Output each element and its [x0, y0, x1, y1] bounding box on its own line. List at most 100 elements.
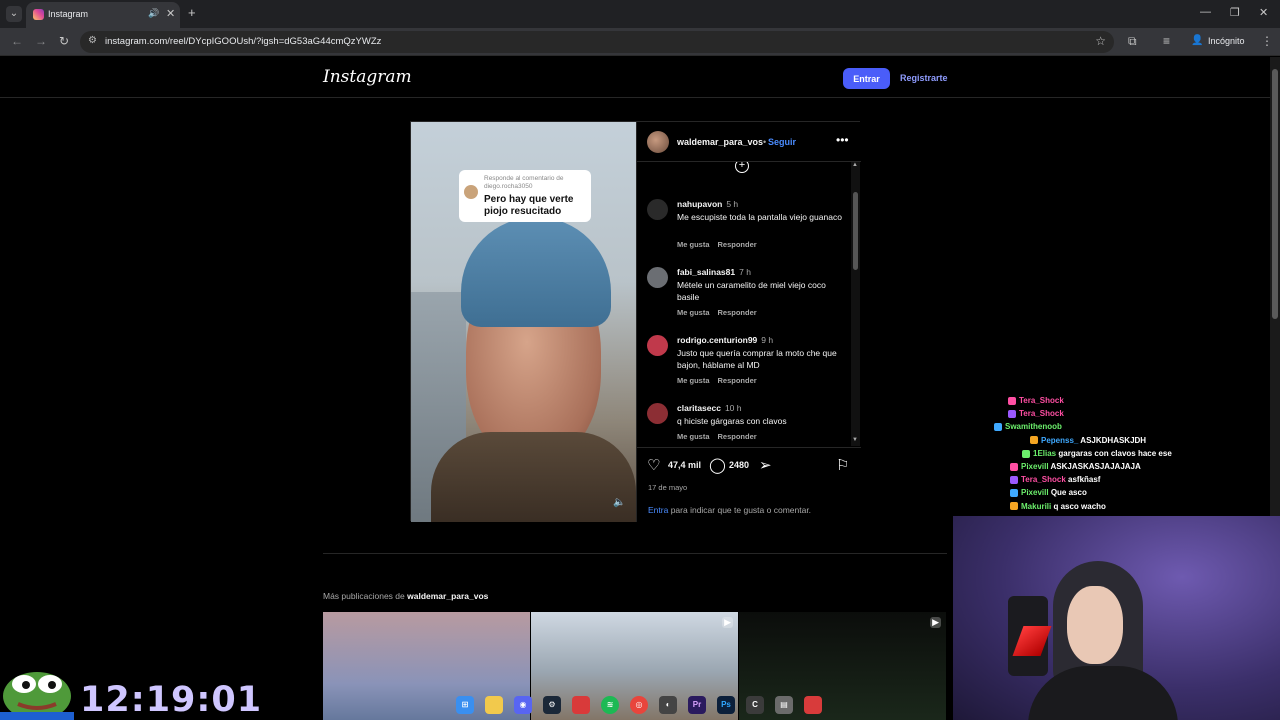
chat-username[interactable]: Pixevill: [1021, 488, 1049, 497]
more-posts-user[interactable]: waldemar_para_vos: [407, 591, 488, 601]
register-link[interactable]: Registrarte: [900, 73, 948, 83]
extensions-icon[interactable]: ⧉: [1128, 34, 1137, 49]
chat-badge-icon: [1008, 396, 1016, 405]
commenter-avatar[interactable]: [647, 403, 668, 424]
chat-message: Tera_Shock: [1008, 396, 1064, 409]
incognito-icon: 👤: [1191, 35, 1204, 46]
comment-reply-button[interactable]: Responder: [718, 376, 757, 385]
comment-username-text[interactable]: fabi_salinas81: [677, 267, 735, 277]
browser-tab[interactable]: Instagram 🔊 ✕: [26, 2, 180, 28]
url-field[interactable]: ⚙ instagram.com/reel/DYcpIGOOUsh/?igsh=d…: [80, 31, 1114, 53]
owner-avatar[interactable]: [647, 131, 669, 153]
photoshop-icon[interactable]: Ps: [717, 696, 735, 714]
load-more-comments-icon[interactable]: +: [735, 162, 749, 173]
file-explorer-icon[interactable]: [485, 696, 503, 714]
tab-search-icon[interactable]: ⌄: [6, 6, 22, 22]
app-icon[interactable]: [804, 696, 822, 714]
discord-icon[interactable]: ◉: [514, 696, 532, 714]
commenter-username[interactable]: nahupavon 5 h: [677, 199, 738, 209]
close-tab-icon[interactable]: ✕: [166, 7, 175, 20]
more-options-icon[interactable]: •••: [836, 133, 849, 147]
comment-username-text[interactable]: rodrigo.centurion99: [677, 335, 757, 345]
chat-username[interactable]: Pepenss_: [1041, 436, 1078, 445]
obs-icon[interactable]: ◐: [659, 696, 677, 714]
comment-reply-button[interactable]: Responder: [718, 432, 757, 441]
comments-scrollbar[interactable]: ▲ ▼: [851, 162, 860, 446]
likes-count[interactable]: 47,4 mil: [668, 460, 701, 470]
comment-like-button[interactable]: Me gusta: [677, 308, 710, 317]
separator-dot: •: [763, 137, 767, 147]
login-link[interactable]: Entra: [648, 505, 668, 515]
comment-like-button[interactable]: Me gusta: [677, 376, 710, 385]
comment-like-button[interactable]: Me gusta: [677, 240, 710, 249]
chat-username[interactable]: Makurili: [1021, 502, 1051, 511]
commenter-username[interactable]: claritasecc 10 h: [677, 403, 742, 413]
page-scroll-thumb[interactable]: [1272, 69, 1278, 319]
commenter-username[interactable]: rodrigo.centurion99 9 h: [677, 335, 773, 345]
scroll-up-icon[interactable]: ▲: [852, 162, 858, 168]
chat-username[interactable]: 1Elias: [1033, 449, 1056, 458]
chat-username[interactable]: Swamithenoob: [1005, 422, 1062, 431]
app-icon[interactable]: [572, 696, 590, 714]
comment-like-button[interactable]: Me gusta: [677, 432, 710, 441]
minimize-icon[interactable]: —: [1200, 6, 1211, 18]
bookmark-star-icon[interactable]: ☆: [1095, 34, 1106, 48]
audio-icon[interactable]: 🔊: [148, 8, 159, 19]
comment-reply-button[interactable]: Responder: [718, 308, 757, 317]
forward-icon[interactable]: →: [35, 34, 47, 48]
chat-text: asfkñasf: [1068, 475, 1101, 485]
app-icon[interactable]: C: [746, 696, 764, 714]
bookmark-icon[interactable]: ⚐: [836, 456, 849, 474]
post-date: 17 de mayo: [648, 483, 688, 492]
comment-actions: Me gusta Responder: [677, 240, 765, 249]
incognito-label[interactable]: Incógnito: [1208, 36, 1245, 46]
chat-username[interactable]: Pixevill: [1021, 462, 1049, 471]
comment-username-text[interactable]: claritasecc: [677, 403, 721, 413]
comments-scroll-thumb[interactable]: [853, 192, 858, 270]
new-tab-icon[interactable]: +: [188, 5, 196, 20]
commenter-avatar[interactable]: [647, 199, 668, 220]
chat-badge-icon: [1008, 410, 1016, 419]
scroll-down-icon[interactable]: ▼: [852, 437, 858, 443]
comment-actions: Me gusta Responder: [677, 308, 765, 317]
windows-start-icon[interactable]: ⊞: [456, 696, 474, 714]
caption-avatar: [464, 185, 478, 199]
spotify-icon[interactable]: ≋: [601, 696, 619, 714]
speaker-icon[interactable]: 🔈: [613, 497, 625, 508]
windows-taskbar: ⊞ ◉ ⚙ ≋ ◎ ◐ Pr Ps C ▤: [452, 690, 832, 720]
chat-username[interactable]: Tera_Shock: [1019, 409, 1064, 418]
reel-video[interactable]: Responde al comentario de diego.rocha305…: [411, 122, 636, 522]
chat-username[interactable]: Tera_Shock: [1021, 475, 1066, 484]
premiere-icon[interactable]: Pr: [688, 696, 706, 714]
reload-icon[interactable]: ↻: [59, 34, 69, 48]
owner-username[interactable]: waldemar_para_vos: [677, 137, 763, 147]
app-icon[interactable]: ▤: [775, 696, 793, 714]
commenter-avatar[interactable]: [647, 267, 668, 288]
chat-badge-icon: [1010, 489, 1018, 498]
close-window-icon[interactable]: ✕: [1259, 6, 1268, 19]
comment-reply-button[interactable]: Responder: [718, 240, 757, 249]
instagram-logo[interactable]: Instagram: [323, 67, 412, 87]
comment-icon[interactable]: ◯: [709, 456, 726, 474]
back-icon[interactable]: ←: [11, 34, 23, 48]
chrome-icon[interactable]: ◎: [630, 696, 648, 714]
comments-list[interactable]: + nahupavon 5 h Me escupiste toda la panta…: [637, 162, 851, 446]
commenter-username[interactable]: fabi_salinas81 7 h: [677, 267, 751, 277]
comment-text: Justo que quería comprar la moto che que…: [677, 348, 837, 370]
chat-username[interactable]: Tera_Shock: [1019, 396, 1064, 405]
comment-time: 7 h: [739, 267, 751, 277]
browser-menu-icon[interactable]: ⋮: [1261, 34, 1273, 48]
share-icon[interactable]: ➢: [759, 456, 772, 474]
follow-button[interactable]: Seguir: [768, 137, 796, 147]
chat-badge-icon: [1010, 502, 1018, 511]
stream-clock: 12:19:01: [80, 680, 263, 720]
comment-text: q hiciste gárgaras con clavos: [677, 416, 787, 426]
heart-icon[interactable]: ♡: [647, 456, 660, 474]
commenter-avatar[interactable]: [647, 335, 668, 356]
site-info-icon[interactable]: ⚙: [88, 35, 97, 46]
steam-icon[interactable]: ⚙: [543, 696, 561, 714]
login-button[interactable]: Entrar: [843, 68, 890, 89]
media-control-icon[interactable]: ≡: [1163, 34, 1170, 48]
comment-username-text[interactable]: nahupavon: [677, 199, 722, 209]
restore-icon[interactable]: ❐: [1230, 6, 1240, 19]
